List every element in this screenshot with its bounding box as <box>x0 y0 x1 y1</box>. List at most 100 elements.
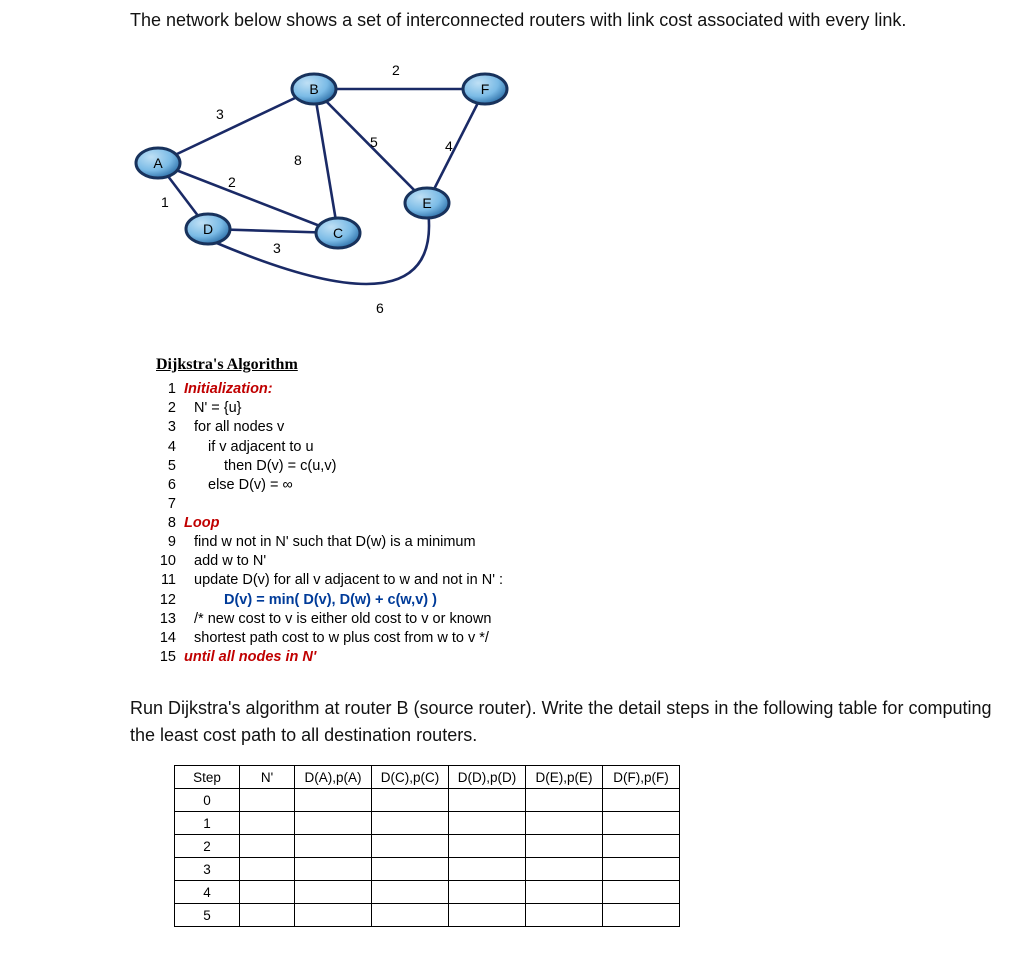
code-line-11: update D(v) for all v adjacent to w and … <box>184 571 503 590</box>
cell <box>449 789 526 812</box>
node-D: D <box>186 214 230 244</box>
algorithm-block: Dijkstra's Algorithm 1Initialization: 2N… <box>156 356 1025 667</box>
weight-E-F: 4 <box>445 138 453 154</box>
edge-E-D <box>200 203 429 284</box>
cell <box>526 789 603 812</box>
cell <box>372 812 449 835</box>
cell <box>526 858 603 881</box>
step-cell: 1 <box>175 812 240 835</box>
col-df: D(F),p(F) <box>603 766 680 789</box>
svg-text:E: E <box>422 195 431 211</box>
cell <box>240 881 295 904</box>
code-line-2: N' = {u} <box>184 399 242 418</box>
code-line-13: /* new cost to v is either old cost to v… <box>184 610 491 629</box>
weight-B-F: 2 <box>392 62 400 78</box>
weight-A-C: 2 <box>228 174 236 190</box>
step-cell: 3 <box>175 858 240 881</box>
edge-A-B <box>158 89 314 163</box>
cell <box>449 812 526 835</box>
code-line-5: then D(v) = c(u,v) <box>184 457 336 476</box>
svg-text:C: C <box>333 225 343 241</box>
table-row: 1 <box>175 812 680 835</box>
cell <box>372 789 449 812</box>
cell <box>295 789 372 812</box>
cell <box>603 858 680 881</box>
code-line-9: find w not in N' such that D(w) is a min… <box>184 533 476 552</box>
code-line-4: if v adjacent to u <box>184 438 314 457</box>
algorithm-title: Dijkstra's Algorithm <box>156 356 1025 374</box>
cell <box>295 881 372 904</box>
weight-B-E: 5 <box>370 134 378 150</box>
table-row: 5 <box>175 904 680 927</box>
col-da: D(A),p(A) <box>295 766 372 789</box>
step-cell: 2 <box>175 835 240 858</box>
cell <box>449 904 526 927</box>
cell <box>240 858 295 881</box>
cell <box>449 858 526 881</box>
cell <box>603 904 680 927</box>
weight-A-B: 3 <box>216 106 224 122</box>
step-cell: 4 <box>175 881 240 904</box>
cell <box>240 904 295 927</box>
cell <box>372 835 449 858</box>
cell <box>526 812 603 835</box>
col-dd: D(D),p(D) <box>449 766 526 789</box>
node-A: A <box>136 148 180 178</box>
node-B: B <box>292 74 336 104</box>
cell <box>372 858 449 881</box>
col-nprime: N' <box>240 766 295 789</box>
cell <box>526 881 603 904</box>
node-C: C <box>316 218 360 248</box>
network-diagram: A B C D E F 3 1 <box>130 43 1025 338</box>
col-dc: D(C),p(C) <box>372 766 449 789</box>
code-line-15: until all nodes in N' <box>184 648 316 667</box>
algorithm-code: 1Initialization: 2N' = {u} 3for all node… <box>156 380 1025 667</box>
cell <box>240 835 295 858</box>
table-row: 4 <box>175 881 680 904</box>
table-row: 2 <box>175 835 680 858</box>
code-line-1: Initialization: <box>184 380 273 399</box>
cell <box>240 812 295 835</box>
code-line-12: D(v) = min( D(v), D(w) + c(w,v) ) <box>184 591 437 610</box>
intro-text: The network below shows a set of interco… <box>130 8 1025 33</box>
cell <box>603 881 680 904</box>
svg-text:A: A <box>153 155 163 171</box>
code-line-14: shortest path cost to w plus cost from w… <box>184 629 489 648</box>
svg-text:D: D <box>203 221 213 237</box>
cell <box>372 881 449 904</box>
step-cell: 5 <box>175 904 240 927</box>
code-line-3: for all nodes v <box>184 418 284 437</box>
cell <box>526 904 603 927</box>
weight-B-C: 8 <box>294 152 302 168</box>
cell <box>449 881 526 904</box>
table-header-row: Step N' D(A),p(A) D(C),p(C) D(D),p(D) D(… <box>175 766 680 789</box>
col-de: D(E),p(E) <box>526 766 603 789</box>
cell <box>526 835 603 858</box>
cell <box>603 812 680 835</box>
cell <box>603 789 680 812</box>
dijkstra-table: Step N' D(A),p(A) D(C),p(C) D(D),p(D) D(… <box>174 765 680 927</box>
cell <box>449 835 526 858</box>
cell <box>603 835 680 858</box>
weight-D-C: 3 <box>273 240 281 256</box>
svg-text:F: F <box>481 81 490 97</box>
graph-svg: A B C D E F 3 1 <box>130 43 570 333</box>
cell <box>295 812 372 835</box>
code-line-10: add w to N' <box>184 552 266 571</box>
cell <box>295 904 372 927</box>
edge-E-F <box>427 89 485 203</box>
step-cell: 0 <box>175 789 240 812</box>
col-step: Step <box>175 766 240 789</box>
node-F: F <box>463 74 507 104</box>
svg-text:B: B <box>309 81 318 97</box>
weight-A-D: 1 <box>161 194 169 210</box>
cell <box>240 789 295 812</box>
code-line-6: else D(v) = ∞ <box>184 476 293 495</box>
instruction-text: Run Dijkstra's algorithm at router B (so… <box>130 695 1010 749</box>
cell <box>295 858 372 881</box>
code-line-8: Loop <box>184 514 219 533</box>
cell <box>372 904 449 927</box>
node-E: E <box>405 188 449 218</box>
table-row: 3 <box>175 858 680 881</box>
table-row: 0 <box>175 789 680 812</box>
